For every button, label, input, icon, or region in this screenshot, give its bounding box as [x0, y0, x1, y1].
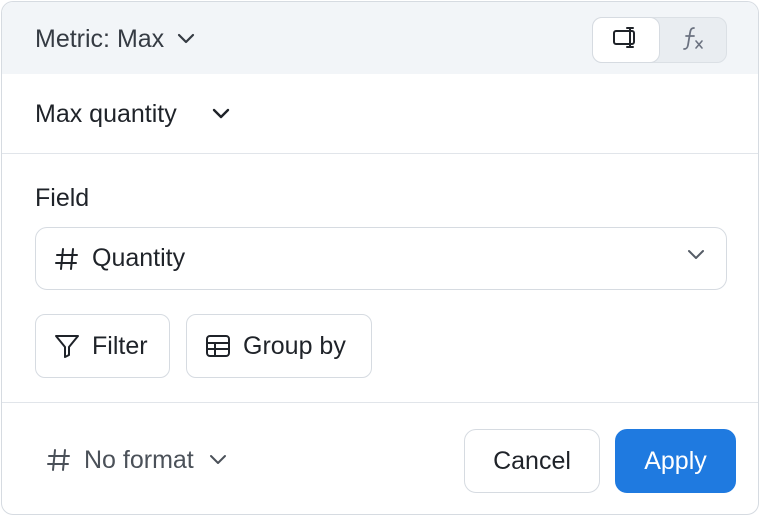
chevron-down-icon: [176, 32, 196, 46]
editor-mode-toggle: [592, 17, 727, 63]
apply-button[interactable]: Apply: [615, 429, 736, 493]
chevron-down-icon: [686, 248, 706, 262]
metric-name-row: Max quantity: [2, 74, 758, 154]
format-dropdown[interactable]: No format: [46, 443, 228, 477]
funnel-icon: [54, 333, 80, 359]
metric-name-dropdown[interactable]: Max quantity: [35, 96, 231, 132]
filter-button[interactable]: Filter: [35, 314, 170, 378]
field-select[interactable]: Quantity: [35, 227, 727, 290]
chevron-down-icon: [208, 453, 228, 467]
function-icon: [680, 25, 706, 56]
editor-footer: No format Cancel Apply: [2, 402, 758, 514]
visual-mode-button[interactable]: [593, 18, 659, 62]
metric-type-label: Metric: Max: [35, 24, 165, 53]
table-icon: [205, 333, 231, 359]
cancel-button[interactable]: Cancel: [464, 429, 600, 493]
metric-type-dropdown[interactable]: Metric: Max: [35, 22, 196, 56]
chevron-down-icon: [211, 107, 231, 121]
format-label: No format: [84, 445, 194, 474]
formula-mode-button[interactable]: [660, 18, 726, 62]
column-cursor-icon: [612, 26, 640, 55]
field-select-value: Quantity: [92, 244, 186, 272]
field-label: Field: [35, 184, 90, 212]
filter-button-label: Filter: [92, 331, 148, 360]
group-by-button-label: Group by: [243, 331, 346, 360]
group-by-button[interactable]: Group by: [186, 314, 372, 378]
hash-icon: [54, 246, 80, 272]
metric-editor-panel: Metric: Max Max quantity Field Quantity …: [1, 1, 759, 515]
metric-header: Metric: Max: [2, 2, 758, 74]
metric-name-label: Max quantity: [35, 99, 177, 128]
hash-icon: [46, 447, 72, 473]
